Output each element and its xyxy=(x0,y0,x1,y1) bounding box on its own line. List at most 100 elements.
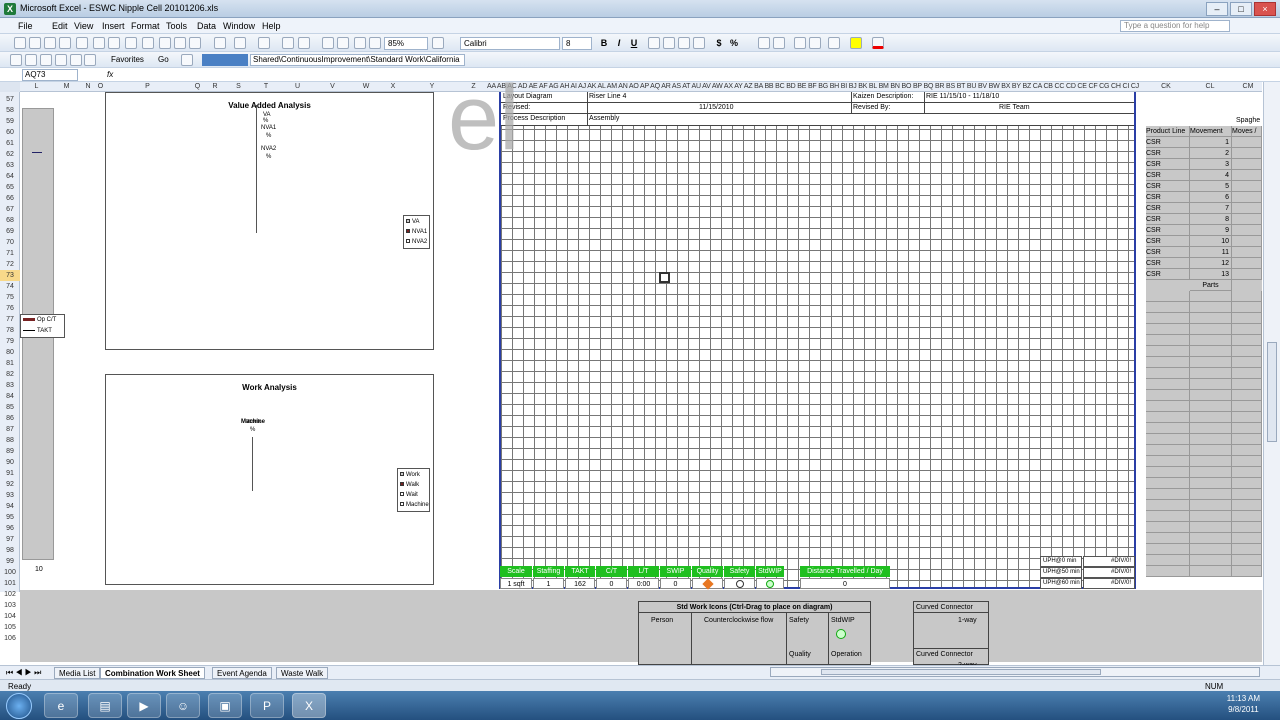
font-size-select[interactable]: 8 xyxy=(562,37,592,50)
menu-window[interactable]: Window xyxy=(223,21,255,31)
help-search-input[interactable]: Type a question for help xyxy=(1120,20,1230,32)
empty-cell[interactable] xyxy=(1146,412,1190,423)
operation-icon-label[interactable]: Operation xyxy=(831,651,862,658)
empty-cell[interactable] xyxy=(1232,434,1262,445)
empty-cell[interactable] xyxy=(1190,566,1232,577)
column-header-n[interactable]: N xyxy=(80,82,96,92)
row-header[interactable]: 63 xyxy=(0,160,20,171)
font-select[interactable]: Calibri xyxy=(460,37,560,50)
table-row-movement[interactable]: 5 xyxy=(1190,181,1232,192)
row-header[interactable]: 90 xyxy=(0,457,20,468)
empty-cell[interactable] xyxy=(1232,522,1262,533)
column-header-u[interactable]: U xyxy=(280,82,315,92)
table-row-product[interactable]: CSR xyxy=(1146,137,1190,148)
column-header-l[interactable]: L xyxy=(20,82,53,92)
search-web-icon[interactable] xyxy=(84,54,96,66)
empty-cell[interactable] xyxy=(1190,434,1232,445)
row-header[interactable]: 65 xyxy=(0,182,20,193)
increase-indent-icon[interactable] xyxy=(809,37,821,49)
empty-cell[interactable] xyxy=(1190,313,1232,324)
column-header-t[interactable]: T xyxy=(252,82,280,92)
table-row-product[interactable]: CSR xyxy=(1146,247,1190,258)
empty-cell[interactable] xyxy=(1232,533,1262,544)
undo-icon[interactable] xyxy=(234,37,246,49)
permission-icon[interactable] xyxy=(59,37,71,49)
back-icon[interactable] xyxy=(10,54,22,66)
menu-edit[interactable]: Edit xyxy=(52,21,68,31)
revised-value[interactable]: 11/15/2010 xyxy=(699,104,734,111)
vertical-scrollbar[interactable] xyxy=(1263,82,1280,665)
empty-cell[interactable] xyxy=(1146,555,1190,566)
table-row-moves[interactable] xyxy=(1232,247,1262,258)
paste-icon[interactable] xyxy=(189,37,201,49)
row-header[interactable]: 74 xyxy=(0,281,20,292)
select-all-corner[interactable] xyxy=(0,82,20,92)
column-header-m[interactable]: M xyxy=(53,82,80,92)
row-header[interactable]: 93 xyxy=(0,490,20,501)
table-row-movement[interactable]: 1 xyxy=(1190,137,1232,148)
empty-cell[interactable] xyxy=(1232,456,1262,467)
row-header[interactable]: 79 xyxy=(0,336,20,347)
empty-cell[interactable] xyxy=(1190,456,1232,467)
active-cell[interactable] xyxy=(659,272,670,283)
metric-value[interactable]: 0 xyxy=(800,578,890,589)
sort-descending-icon[interactable] xyxy=(337,37,349,49)
empty-cell[interactable] xyxy=(1146,544,1190,555)
tab-combination-work-sheet[interactable]: Combination Work Sheet xyxy=(100,667,205,679)
show-web-toolbar-icon[interactable] xyxy=(181,54,193,66)
table-row-moves[interactable] xyxy=(1232,236,1262,247)
font-color-icon[interactable] xyxy=(872,37,884,49)
percent-button[interactable]: % xyxy=(727,37,741,50)
table-row-moves[interactable] xyxy=(1232,269,1262,280)
empty-cell[interactable] xyxy=(1190,478,1232,489)
ie-icon[interactable]: e xyxy=(44,693,78,718)
cut-icon[interactable] xyxy=(159,37,171,49)
empty-cell[interactable] xyxy=(1146,346,1190,357)
table-row-product[interactable]: CSR xyxy=(1146,203,1190,214)
row-header[interactable]: 88 xyxy=(0,435,20,446)
empty-cell[interactable] xyxy=(1232,390,1262,401)
row-header[interactable]: 98 xyxy=(0,545,20,556)
empty-cell[interactable] xyxy=(1190,346,1232,357)
quality-icon-label[interactable]: Quality xyxy=(789,651,811,658)
revised-by-value[interactable]: RIE Team xyxy=(999,104,1030,111)
row-header[interactable]: 96 xyxy=(0,523,20,534)
sort-ascending-icon[interactable] xyxy=(322,37,334,49)
table-row-product[interactable]: CSR xyxy=(1146,170,1190,181)
picture-icon[interactable]: ▣ xyxy=(208,693,242,718)
row-header[interactable]: 75 xyxy=(0,292,20,303)
table-row-movement[interactable]: 2 xyxy=(1190,148,1232,159)
empty-cell[interactable] xyxy=(1190,324,1232,335)
align-right-icon[interactable] xyxy=(678,37,690,49)
tab-waste-walk[interactable]: Waste Walk xyxy=(276,667,329,679)
menu-help[interactable]: Help xyxy=(262,21,281,31)
row-header[interactable]: 94 xyxy=(0,501,20,512)
empty-cell[interactable] xyxy=(1190,390,1232,401)
column-header-w[interactable]: W xyxy=(350,82,382,92)
empty-cell[interactable] xyxy=(1146,467,1190,478)
table-row-moves[interactable] xyxy=(1232,214,1262,225)
table-row-moves[interactable] xyxy=(1232,170,1262,181)
empty-cell[interactable] xyxy=(1190,533,1232,544)
column-header-p[interactable]: P xyxy=(105,82,190,92)
empty-cell[interactable] xyxy=(1146,522,1190,533)
row-header[interactable]: 99 xyxy=(0,556,20,567)
menu-format[interactable]: Format xyxy=(131,21,160,31)
row-header[interactable]: 97 xyxy=(0,534,20,545)
excel-app-icon[interactable]: X xyxy=(4,3,16,15)
decrease-decimal-icon[interactable] xyxy=(773,37,785,49)
empty-cell[interactable] xyxy=(1232,368,1262,379)
row-header[interactable]: 71 xyxy=(0,248,20,259)
align-left-icon[interactable] xyxy=(648,37,660,49)
empty-cell[interactable] xyxy=(1232,313,1262,324)
table-row-movement[interactable]: 4 xyxy=(1190,170,1232,181)
column-headers-mid[interactable]: AA AB AC AD AE AF AG AH AI AJ AK AL AM A… xyxy=(487,82,1142,92)
empty-cell[interactable] xyxy=(1232,401,1262,412)
riser-value[interactable]: Riser Line 4 xyxy=(589,93,626,100)
folder-icon[interactable]: ▤ xyxy=(88,693,122,718)
row-header[interactable]: 106 xyxy=(0,633,20,644)
row-header[interactable]: 83 xyxy=(0,380,20,391)
empty-cell[interactable] xyxy=(1232,489,1262,500)
table-row-product[interactable]: CSR xyxy=(1146,214,1190,225)
row-header[interactable]: 68 xyxy=(0,215,20,226)
